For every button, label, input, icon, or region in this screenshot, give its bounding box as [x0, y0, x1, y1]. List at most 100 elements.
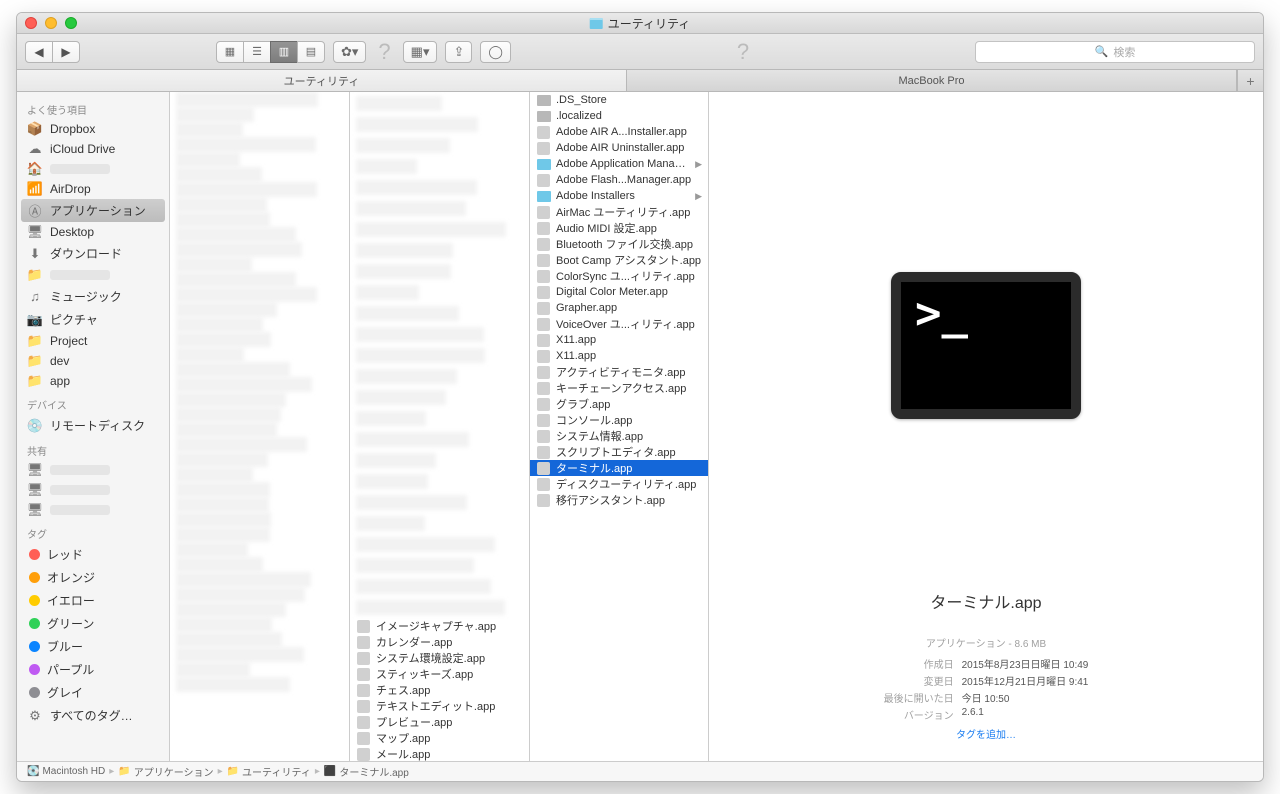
sidebar-tag[interactable]: イエロー — [17, 589, 169, 612]
sidebar-tag[interactable]: パープル — [17, 658, 169, 681]
path-segment[interactable]: 💽Macintosh HD — [27, 766, 105, 777]
close-button[interactable] — [25, 17, 37, 29]
sidebar-label — [50, 485, 110, 495]
sidebar-item[interactable]: 📦Dropbox — [17, 119, 169, 139]
column-0-blurred — [170, 92, 350, 761]
column-applications[interactable]: イメージキャプチャ.appカレンダー.appシステム環境設定.appスティッキー… — [350, 92, 530, 761]
sidebar-item[interactable]: 💿リモートディスク — [17, 414, 169, 437]
sidebar-item[interactable]: ♫ミュージック — [17, 285, 169, 308]
list-item[interactable]: .localized — [530, 108, 708, 124]
list-item[interactable]: テキストエディット.app — [350, 698, 529, 714]
list-item[interactable]: Adobe Application Manager▶ — [530, 156, 708, 172]
list-item[interactable]: スクリプトエディタ.app — [530, 444, 708, 460]
list-view-button[interactable]: ☰ — [243, 41, 271, 63]
path-segment[interactable]: ⬛ターミナル.app — [324, 764, 409, 779]
sidebar-tag[interactable]: ⚙すべてのタグ… — [17, 704, 169, 727]
column-utilities[interactable]: .DS_Store.localizedAdobe AIR A...Install… — [530, 92, 709, 761]
list-item[interactable]: Adobe AIR A...Installer.app — [530, 124, 708, 140]
list-item[interactable]: ターミナル.app — [530, 460, 708, 476]
sidebar-tag[interactable]: レッド — [17, 543, 169, 566]
minimize-button[interactable] — [45, 17, 57, 29]
add-tab-button[interactable]: + — [1237, 70, 1263, 91]
list-item[interactable]: ディスクユーティリティ.app — [530, 476, 708, 492]
sidebar-item[interactable]: Ⓐアプリケーション — [21, 199, 165, 222]
tags-button[interactable]: ◯ — [480, 41, 511, 63]
list-item[interactable]: キーチェーンアクセス.app — [530, 380, 708, 396]
sidebar-tag[interactable]: オレンジ — [17, 566, 169, 589]
app-icon — [536, 286, 551, 299]
tab-utilities[interactable]: ユーティリティ — [17, 70, 627, 91]
column-view-button[interactable]: ▥ — [270, 41, 298, 63]
list-item[interactable]: 移行アシスタント.app — [530, 492, 708, 508]
list-item[interactable]: Audio MIDI 設定.app — [530, 220, 708, 236]
icon-view-button[interactable]: ▦ — [216, 41, 244, 63]
list-item[interactable]: アクティビティモニタ.app — [530, 364, 708, 380]
app-icon — [536, 206, 551, 219]
app-icon — [356, 732, 371, 745]
grid-button[interactable]: ▦▾ — [403, 41, 438, 63]
list-item[interactable]: Bluetooth ファイル交換.app — [530, 236, 708, 252]
sidebar-tag[interactable]: ブルー — [17, 635, 169, 658]
list-item[interactable]: Adobe Flash...Manager.app — [530, 172, 708, 188]
list-item[interactable]: X11.app — [530, 348, 708, 364]
share-button[interactable]: ⇪ — [445, 41, 472, 63]
sidebar-item[interactable]: 📁 — [17, 265, 169, 285]
app-icon — [536, 350, 551, 363]
zoom-button[interactable] — [65, 17, 77, 29]
sidebar-item[interactable]: ☁iCloud Drive — [17, 139, 169, 159]
list-item[interactable]: システム情報.app — [530, 428, 708, 444]
list-item[interactable]: チェス.app — [350, 682, 529, 698]
list-item[interactable]: メール.app — [350, 746, 529, 761]
tab-macbookpro[interactable]: MacBook Pro — [627, 70, 1237, 91]
app-icon — [536, 462, 551, 475]
list-item[interactable]: システム環境設定.app — [350, 650, 529, 666]
sidebar-item[interactable]: 📁dev — [17, 351, 169, 371]
sidebar-item[interactable]: 📁Project — [17, 331, 169, 351]
info-key: 最後に開いた日 — [884, 690, 954, 705]
list-item[interactable]: VoiceOver ユ...ィリティ.app — [530, 316, 708, 332]
sidebar-item[interactable]: ⬇ダウンロード — [17, 242, 169, 265]
path-segment[interactable]: 📁アプリケーション — [118, 764, 213, 779]
sidebar-item[interactable]: 🖥 — [17, 460, 169, 480]
sidebar-item[interactable]: 📷ピクチャ — [17, 308, 169, 331]
list-item[interactable]: Adobe Installers▶ — [530, 188, 708, 204]
sidebar-label — [50, 164, 110, 174]
item-label: マップ.app — [376, 730, 430, 746]
search-field[interactable]: 🔍 検索 — [975, 41, 1255, 63]
list-item[interactable]: グラブ.app — [530, 396, 708, 412]
app-icon — [536, 110, 551, 123]
list-item[interactable]: .DS_Store — [530, 92, 708, 108]
path-segment[interactable]: 📁ユーティリティ — [227, 764, 311, 779]
back-button[interactable]: ◀ — [25, 41, 53, 63]
list-item[interactable]: プレビュー.app — [350, 714, 529, 730]
list-item[interactable]: イメージキャプチャ.app — [350, 618, 529, 634]
list-item[interactable]: スティッキーズ.app — [350, 666, 529, 682]
sidebar-item[interactable]: 🖥 — [17, 500, 169, 520]
sidebar-item[interactable]: 🖥 — [17, 480, 169, 500]
list-item[interactable]: AirMac ユーティリティ.app — [530, 204, 708, 220]
sidebar-item[interactable]: 🏠 — [17, 159, 169, 179]
forward-button[interactable]: ▶ — [52, 41, 80, 63]
list-item[interactable]: カレンダー.app — [350, 634, 529, 650]
arrange-button[interactable]: ✿▾ — [333, 41, 366, 63]
sidebar-tag[interactable]: グレイ — [17, 681, 169, 704]
list-item[interactable]: コンソール.app — [530, 412, 708, 428]
finder-window: ユーティリティ ◀ ▶ ▦ ☰ ▥ ▤ ✿▾ ? ▦▾ ⇪ ◯ ? 🔍 検索 ユ… — [16, 12, 1264, 782]
item-label: VoiceOver ユ...ィリティ.app — [556, 316, 695, 332]
add-tag-link[interactable]: タグを追加… — [956, 726, 1016, 741]
sidebar-item[interactable]: 📶AirDrop — [17, 179, 169, 199]
app-icon — [536, 318, 551, 331]
sidebar-tag[interactable]: グリーン — [17, 612, 169, 635]
list-item[interactable]: Boot Camp アシスタント.app — [530, 252, 708, 268]
sidebar-label: app — [50, 374, 70, 388]
list-item[interactable]: ColorSync ユ...ィリティ.app — [530, 268, 708, 284]
sidebar-item[interactable]: 📁app — [17, 371, 169, 391]
list-item[interactable]: X11.app — [530, 332, 708, 348]
sidebar-item[interactable]: 🖥Desktop — [17, 222, 169, 242]
list-item[interactable]: Adobe AIR Uninstaller.app — [530, 140, 708, 156]
list-item[interactable]: Grapher.app — [530, 300, 708, 316]
list-item[interactable]: Digital Color Meter.app — [530, 284, 708, 300]
sidebar-label: Project — [50, 334, 87, 348]
gallery-view-button[interactable]: ▤ — [297, 41, 325, 63]
list-item[interactable]: マップ.app — [350, 730, 529, 746]
